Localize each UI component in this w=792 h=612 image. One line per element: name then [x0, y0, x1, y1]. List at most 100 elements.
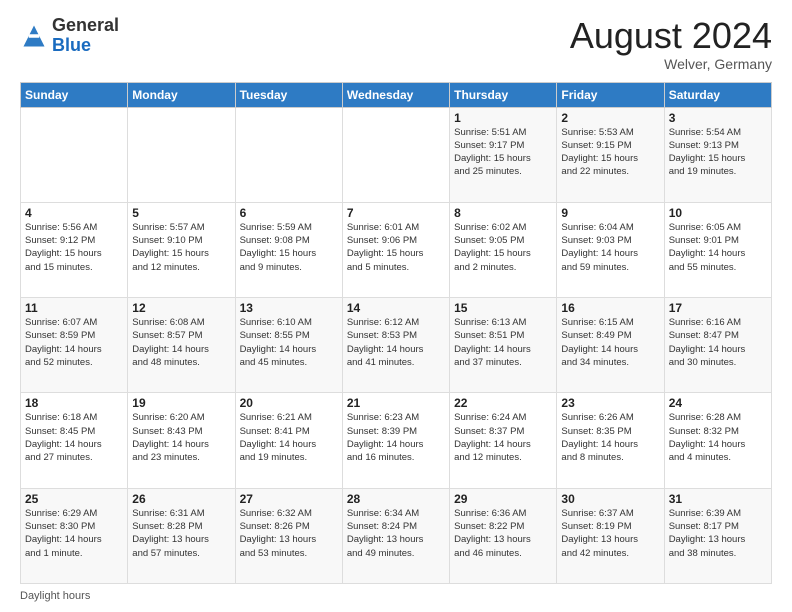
day-info: Sunrise: 6:23 AM Sunset: 8:39 PM Dayligh… — [347, 411, 445, 464]
day-info: Sunrise: 6:34 AM Sunset: 8:24 PM Dayligh… — [347, 507, 445, 560]
calendar-week-row: 1Sunrise: 5:51 AM Sunset: 9:17 PM Daylig… — [21, 107, 772, 202]
calendar-cell: 19Sunrise: 6:20 AM Sunset: 8:43 PM Dayli… — [128, 393, 235, 488]
calendar-cell: 10Sunrise: 6:05 AM Sunset: 9:01 PM Dayli… — [664, 202, 771, 297]
day-number: 1 — [454, 111, 552, 125]
calendar-cell: 23Sunrise: 6:26 AM Sunset: 8:35 PM Dayli… — [557, 393, 664, 488]
day-info: Sunrise: 6:13 AM Sunset: 8:51 PM Dayligh… — [454, 316, 552, 369]
day-info: Sunrise: 6:29 AM Sunset: 8:30 PM Dayligh… — [25, 507, 123, 560]
calendar-cell: 20Sunrise: 6:21 AM Sunset: 8:41 PM Dayli… — [235, 393, 342, 488]
day-number: 23 — [561, 396, 659, 410]
day-number: 13 — [240, 301, 338, 315]
calendar-cell — [128, 107, 235, 202]
day-number: 24 — [669, 396, 767, 410]
calendar-cell: 27Sunrise: 6:32 AM Sunset: 8:26 PM Dayli… — [235, 488, 342, 583]
day-info: Sunrise: 6:37 AM Sunset: 8:19 PM Dayligh… — [561, 507, 659, 560]
day-number: 30 — [561, 492, 659, 506]
day-info: Sunrise: 6:32 AM Sunset: 8:26 PM Dayligh… — [240, 507, 338, 560]
calendar-cell: 2Sunrise: 5:53 AM Sunset: 9:15 PM Daylig… — [557, 107, 664, 202]
day-number: 14 — [347, 301, 445, 315]
calendar-cell: 3Sunrise: 5:54 AM Sunset: 9:13 PM Daylig… — [664, 107, 771, 202]
calendar-cell: 16Sunrise: 6:15 AM Sunset: 8:49 PM Dayli… — [557, 298, 664, 393]
day-number: 16 — [561, 301, 659, 315]
calendar-cell: 17Sunrise: 6:16 AM Sunset: 8:47 PM Dayli… — [664, 298, 771, 393]
calendar-cell — [342, 107, 449, 202]
day-number: 7 — [347, 206, 445, 220]
calendar-cell — [21, 107, 128, 202]
day-number: 29 — [454, 492, 552, 506]
day-number: 19 — [132, 396, 230, 410]
calendar-cell: 5Sunrise: 5:57 AM Sunset: 9:10 PM Daylig… — [128, 202, 235, 297]
day-info: Sunrise: 5:57 AM Sunset: 9:10 PM Dayligh… — [132, 221, 230, 274]
day-info: Sunrise: 6:28 AM Sunset: 8:32 PM Dayligh… — [669, 411, 767, 464]
calendar-week-row: 18Sunrise: 6:18 AM Sunset: 8:45 PM Dayli… — [21, 393, 772, 488]
calendar-cell — [235, 107, 342, 202]
day-info: Sunrise: 6:39 AM Sunset: 8:17 PM Dayligh… — [669, 507, 767, 560]
day-number: 5 — [132, 206, 230, 220]
day-number: 18 — [25, 396, 123, 410]
calendar-cell: 6Sunrise: 5:59 AM Sunset: 9:08 PM Daylig… — [235, 202, 342, 297]
weekday-header: Friday — [557, 82, 664, 107]
calendar-cell: 11Sunrise: 6:07 AM Sunset: 8:59 PM Dayli… — [21, 298, 128, 393]
day-info: Sunrise: 6:08 AM Sunset: 8:57 PM Dayligh… — [132, 316, 230, 369]
calendar-cell: 18Sunrise: 6:18 AM Sunset: 8:45 PM Dayli… — [21, 393, 128, 488]
day-info: Sunrise: 6:04 AM Sunset: 9:03 PM Dayligh… — [561, 221, 659, 274]
footer: Daylight hours — [20, 590, 772, 602]
weekday-header: Monday — [128, 82, 235, 107]
day-info: Sunrise: 5:51 AM Sunset: 9:17 PM Dayligh… — [454, 126, 552, 179]
day-number: 2 — [561, 111, 659, 125]
day-info: Sunrise: 5:59 AM Sunset: 9:08 PM Dayligh… — [240, 221, 338, 274]
day-number: 8 — [454, 206, 552, 220]
header: General Blue August 2024 Welver, Germany — [20, 16, 772, 72]
calendar-cell: 15Sunrise: 6:13 AM Sunset: 8:51 PM Dayli… — [450, 298, 557, 393]
day-number: 15 — [454, 301, 552, 315]
calendar-cell: 12Sunrise: 6:08 AM Sunset: 8:57 PM Dayli… — [128, 298, 235, 393]
day-number: 28 — [347, 492, 445, 506]
day-info: Sunrise: 6:31 AM Sunset: 8:28 PM Dayligh… — [132, 507, 230, 560]
day-number: 4 — [25, 206, 123, 220]
day-number: 25 — [25, 492, 123, 506]
day-number: 9 — [561, 206, 659, 220]
day-info: Sunrise: 6:15 AM Sunset: 8:49 PM Dayligh… — [561, 316, 659, 369]
day-number: 12 — [132, 301, 230, 315]
weekday-header: Wednesday — [342, 82, 449, 107]
day-info: Sunrise: 5:54 AM Sunset: 9:13 PM Dayligh… — [669, 126, 767, 179]
calendar-cell: 31Sunrise: 6:39 AM Sunset: 8:17 PM Dayli… — [664, 488, 771, 583]
calendar-cell: 14Sunrise: 6:12 AM Sunset: 8:53 PM Dayli… — [342, 298, 449, 393]
day-number: 27 — [240, 492, 338, 506]
general-blue-icon — [20, 22, 48, 50]
day-info: Sunrise: 6:20 AM Sunset: 8:43 PM Dayligh… — [132, 411, 230, 464]
weekday-header-row: SundayMondayTuesdayWednesdayThursdayFrid… — [21, 82, 772, 107]
weekday-header: Saturday — [664, 82, 771, 107]
day-info: Sunrise: 6:07 AM Sunset: 8:59 PM Dayligh… — [25, 316, 123, 369]
day-info: Sunrise: 6:12 AM Sunset: 8:53 PM Dayligh… — [347, 316, 445, 369]
calendar-cell: 22Sunrise: 6:24 AM Sunset: 8:37 PM Dayli… — [450, 393, 557, 488]
day-number: 26 — [132, 492, 230, 506]
day-number: 11 — [25, 301, 123, 315]
day-info: Sunrise: 6:10 AM Sunset: 8:55 PM Dayligh… — [240, 316, 338, 369]
day-number: 17 — [669, 301, 767, 315]
calendar-cell: 1Sunrise: 5:51 AM Sunset: 9:17 PM Daylig… — [450, 107, 557, 202]
footer-label: Daylight hours — [20, 590, 90, 602]
location-label: Welver, Germany — [570, 56, 772, 72]
day-info: Sunrise: 6:24 AM Sunset: 8:37 PM Dayligh… — [454, 411, 552, 464]
calendar-cell: 30Sunrise: 6:37 AM Sunset: 8:19 PM Dayli… — [557, 488, 664, 583]
day-info: Sunrise: 6:02 AM Sunset: 9:05 PM Dayligh… — [454, 221, 552, 274]
day-number: 3 — [669, 111, 767, 125]
title-block: August 2024 Welver, Germany — [570, 16, 772, 72]
day-info: Sunrise: 6:16 AM Sunset: 8:47 PM Dayligh… — [669, 316, 767, 369]
day-info: Sunrise: 6:18 AM Sunset: 8:45 PM Dayligh… — [25, 411, 123, 464]
calendar-cell: 28Sunrise: 6:34 AM Sunset: 8:24 PM Dayli… — [342, 488, 449, 583]
weekday-header: Sunday — [21, 82, 128, 107]
calendar-cell: 26Sunrise: 6:31 AM Sunset: 8:28 PM Dayli… — [128, 488, 235, 583]
calendar-table: SundayMondayTuesdayWednesdayThursdayFrid… — [20, 82, 772, 584]
day-number: 20 — [240, 396, 338, 410]
calendar-cell: 8Sunrise: 6:02 AM Sunset: 9:05 PM Daylig… — [450, 202, 557, 297]
day-number: 6 — [240, 206, 338, 220]
day-info: Sunrise: 6:05 AM Sunset: 9:01 PM Dayligh… — [669, 221, 767, 274]
day-info: Sunrise: 6:26 AM Sunset: 8:35 PM Dayligh… — [561, 411, 659, 464]
calendar-cell: 24Sunrise: 6:28 AM Sunset: 8:32 PM Dayli… — [664, 393, 771, 488]
weekday-header: Thursday — [450, 82, 557, 107]
month-title: August 2024 — [570, 16, 772, 56]
day-number: 22 — [454, 396, 552, 410]
logo-general-text: General — [52, 15, 119, 35]
